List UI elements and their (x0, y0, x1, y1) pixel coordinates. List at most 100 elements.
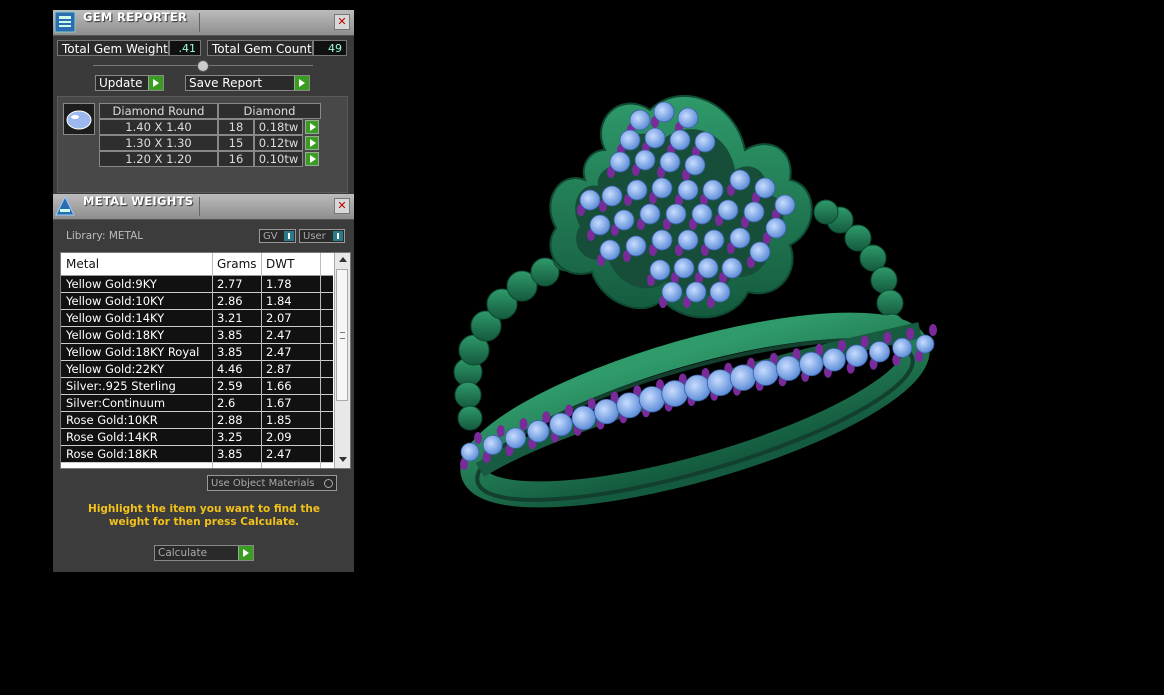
table-row[interactable]: Rose Gold:18KR 3.85 2.47 (61, 446, 333, 463)
prong (892, 353, 901, 366)
prong (610, 391, 619, 404)
diamond-stone (799, 351, 824, 377)
metal-weights-titlebar[interactable]: METAL WEIGHTS ✕ (53, 194, 354, 220)
gem-count-cell: 16 (218, 151, 254, 167)
gem-size-cell: 1.40 X 1.40 (99, 119, 218, 135)
diamond-stone (665, 203, 687, 225)
table-row[interactable]: Silver:Continuum 2.6 1.67 (61, 395, 333, 412)
prong (649, 192, 657, 204)
gem-row-select-icon[interactable] (305, 152, 319, 166)
metal-name-cell: Yellow Gold:18KY Royal (66, 345, 200, 359)
scroll-down-icon[interactable] (339, 457, 347, 462)
gem-reporter-titlebar[interactable]: GEM REPORTER ✕ (53, 10, 354, 36)
gv-toggle[interactable]: GV (259, 229, 296, 243)
splitter-grip-icon[interactable] (197, 60, 209, 72)
splitter-handle[interactable] (93, 60, 313, 72)
clover-head (549, 94, 813, 319)
prong (551, 430, 559, 443)
prong (838, 339, 846, 352)
prong (929, 324, 937, 336)
prong (633, 385, 642, 398)
diamond-stone (868, 341, 891, 363)
gem-shape-icon[interactable] (63, 103, 95, 135)
metal-name-cell: Silver:.925 Sterling (66, 379, 176, 393)
table-row[interactable]: Yellow Gold:14KY 3.21 2.07 (61, 310, 333, 327)
prong (687, 394, 696, 406)
prong (632, 164, 640, 176)
prong (778, 374, 787, 387)
table-row[interactable]: Yellow Gold:10KY 2.86 1.84 (61, 293, 333, 310)
diamond-stone (639, 203, 661, 225)
prong (846, 361, 855, 374)
prong (642, 142, 650, 154)
gem-row-select-icon[interactable] (305, 136, 319, 150)
diamond-stone (685, 281, 707, 303)
diamond-stone (749, 241, 771, 263)
table-row[interactable]: Yellow Gold:22KY 4.46 2.87 (61, 361, 333, 378)
prong (682, 169, 690, 181)
gem-size-cell: 1.20 X 1.20 (99, 151, 218, 167)
prong (474, 432, 482, 444)
diamond-stone (616, 392, 643, 419)
prong (611, 224, 619, 236)
gem-row-select-icon[interactable] (305, 120, 319, 134)
prong (915, 350, 923, 362)
prong (596, 417, 605, 430)
user-toggle[interactable]: User (299, 229, 345, 243)
scroll-up-icon[interactable] (339, 257, 347, 262)
table-row[interactable]: Silver:.925 Sterling 2.59 1.66 (61, 378, 333, 395)
table-row[interactable]: Yellow Gold:18KY Royal 3.85 2.47 (61, 344, 333, 361)
column-header-metal[interactable]: Metal (66, 257, 99, 271)
prong (505, 444, 514, 457)
gem-shape-header: Diamond Round (99, 103, 218, 119)
update-button[interactable]: Update (95, 75, 164, 91)
grams-cell: 3.85 (217, 345, 243, 359)
diamond-stone (601, 185, 623, 207)
table-row[interactable]: Rose Gold:10KR 2.88 1.85 (61, 412, 333, 429)
diamond-stone (752, 359, 779, 386)
dwt-cell: 1.85 (266, 413, 292, 427)
table-row[interactable]: Rose Gold:14KR 3.25 2.09 (61, 429, 333, 446)
metal-name-cell: Yellow Gold:10KY (66, 294, 165, 308)
diamond-stone (743, 201, 765, 223)
table-row[interactable]: Yellow Gold:18KY 3.85 2.47 (61, 327, 333, 344)
use-object-materials-label: Use Object Materials (211, 478, 315, 489)
calculate-button-label: Calculate (158, 547, 208, 559)
diamond-stone (613, 209, 635, 231)
info-icon (333, 231, 343, 241)
prong (724, 362, 733, 375)
table-row[interactable]: Yellow Gold:9KY 2.77 1.78 (61, 276, 333, 293)
column-header-grams[interactable]: Grams (217, 257, 257, 271)
prong (528, 437, 537, 450)
grams-cell: 3.85 (217, 328, 243, 342)
diamond-stone (649, 259, 671, 281)
close-icon[interactable]: ✕ (334, 198, 350, 214)
metal-name-cell: Rose Gold:18KR (66, 447, 158, 461)
band-gem-row (460, 324, 937, 470)
prong (642, 405, 650, 418)
column-divider (261, 253, 262, 468)
prong (647, 274, 655, 286)
dwt-cell: 2.47 (266, 328, 292, 342)
vertical-scrollbar[interactable] (334, 253, 350, 468)
calculate-button[interactable]: Calculate (154, 545, 254, 561)
metal-name-cell: Rose Gold:10KR (66, 413, 158, 427)
scroll-thumb[interactable] (336, 269, 348, 401)
diamond-stone (651, 177, 673, 199)
diamond-stone (677, 107, 699, 129)
prong (542, 411, 551, 424)
gem-weight-cell: 0.12tw (254, 135, 303, 151)
prong (747, 256, 755, 268)
diamond-stone (653, 101, 675, 123)
use-object-materials-toggle[interactable]: Use Object Materials (207, 475, 337, 491)
column-header-dwt[interactable]: DWT (266, 257, 294, 271)
prong (460, 458, 468, 470)
diamond-stone (619, 129, 641, 151)
metal-table[interactable]: Metal Grams DWT Yellow Gold:9KY 2.77 1.78 Y… (60, 252, 351, 469)
diamond-stone (694, 131, 716, 153)
diamond-stone (706, 369, 734, 397)
close-icon[interactable]: ✕ (334, 14, 350, 30)
save-report-button[interactable]: Save Report (185, 75, 310, 91)
diamond-stone (709, 281, 731, 303)
scale-icon (54, 195, 76, 217)
